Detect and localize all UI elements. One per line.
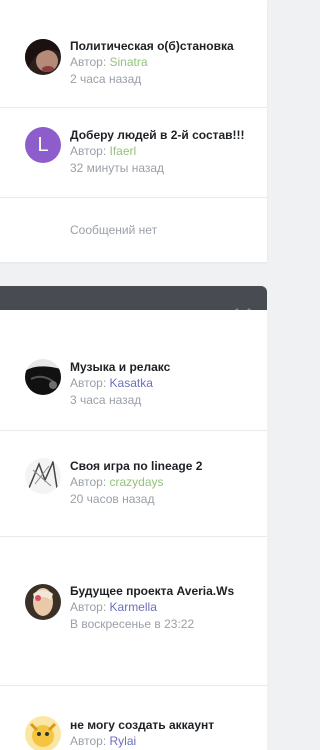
topic-info: Будущее проекта Averia.Ws Автор: Karmell…	[70, 583, 261, 633]
avatar[interactable]	[25, 458, 61, 494]
topic-title[interactable]: Музыка и релакс	[70, 359, 261, 375]
author-name[interactable]: Kasatka	[110, 376, 153, 390]
topic-title[interactable]: Политическая о(б)становка	[70, 38, 261, 54]
author-prefix: Автор:	[70, 144, 107, 158]
topic-row[interactable]: Музыка и релакс Автор: Kasatka 3 часа на…	[0, 340, 267, 431]
topic-info: не могу создать аккаунт Автор: Rylai	[70, 717, 261, 750]
topic-author: Автор: crazydays	[70, 474, 261, 491]
topic-row[interactable]: не могу создать аккаунт Автор: Rylai	[0, 686, 267, 750]
topic-title[interactable]: не могу создать аккаунт	[70, 717, 261, 733]
topic-author: Автор: Ifaerl	[70, 143, 261, 160]
topic-time: 3 часа назад	[70, 393, 142, 407]
avatar[interactable]: L	[25, 127, 61, 163]
topic-time: 32 минуты назад	[70, 161, 165, 175]
topic-info: Музыка и релакс Автор: Kasatka 3 часа на…	[70, 359, 261, 409]
topic-title[interactable]: Доберу людей в 2-й состав!!!	[70, 127, 261, 143]
avatar[interactable]	[25, 584, 61, 620]
avatar-letter: L	[25, 127, 61, 163]
author-name[interactable]: Rylai	[110, 734, 137, 748]
topic-row[interactable]: Политическая о(б)становка Автор: Sinatra…	[0, 0, 267, 108]
author-name[interactable]: Karmella	[110, 600, 157, 614]
author-prefix: Автор:	[70, 734, 107, 748]
topic-row[interactable]: Своя игра по lineage 2 Автор: crazydays …	[0, 431, 267, 537]
topic-title[interactable]: Своя игра по lineage 2	[70, 458, 261, 474]
topic-author: Автор: Rylai	[70, 733, 261, 750]
topic-time: В воскресенье в 23:22	[70, 617, 195, 631]
author-prefix: Автор:	[70, 55, 107, 69]
topic-row[interactable]: L Доберу людей в 2-й состав!!! Автор: If…	[0, 108, 267, 198]
topic-info: Доберу людей в 2-й состав!!! Автор: Ifae…	[70, 127, 261, 177]
topic-time: 2 часа назад	[70, 72, 142, 86]
topic-time: 20 часов назад	[70, 492, 155, 506]
topics-panel-2: Музыка и релакс Автор: Kasatka 3 часа на…	[0, 310, 267, 750]
topic-author: Автор: Sinatra	[70, 54, 261, 71]
author-name[interactable]: Ifaerl	[110, 144, 137, 158]
avatar[interactable]	[25, 39, 61, 75]
topic-row[interactable]: Будущее проекта Averia.Ws Автор: Karmell…	[0, 537, 267, 686]
topic-info: Политическая о(б)становка Автор: Sinatra…	[70, 38, 261, 88]
avatar[interactable]	[25, 716, 61, 750]
author-prefix: Автор:	[70, 376, 107, 390]
topic-info: Своя игра по lineage 2 Автор: crazydays …	[70, 458, 261, 508]
topic-author: Автор: Kasatka	[70, 375, 261, 392]
avatar[interactable]	[25, 359, 61, 395]
author-prefix: Автор:	[70, 475, 107, 489]
empty-message: Сообщений нет	[70, 223, 158, 237]
topic-title[interactable]: Будущее проекта Averia.Ws	[70, 583, 261, 599]
author-name[interactable]: Sinatra	[110, 55, 148, 69]
topic-author: Автор: Karmella	[70, 599, 261, 616]
author-name[interactable]: crazydays	[110, 475, 164, 489]
topics-panel-1: Политическая о(б)становка Автор: Sinatra…	[0, 0, 267, 262]
author-prefix: Автор:	[70, 600, 107, 614]
